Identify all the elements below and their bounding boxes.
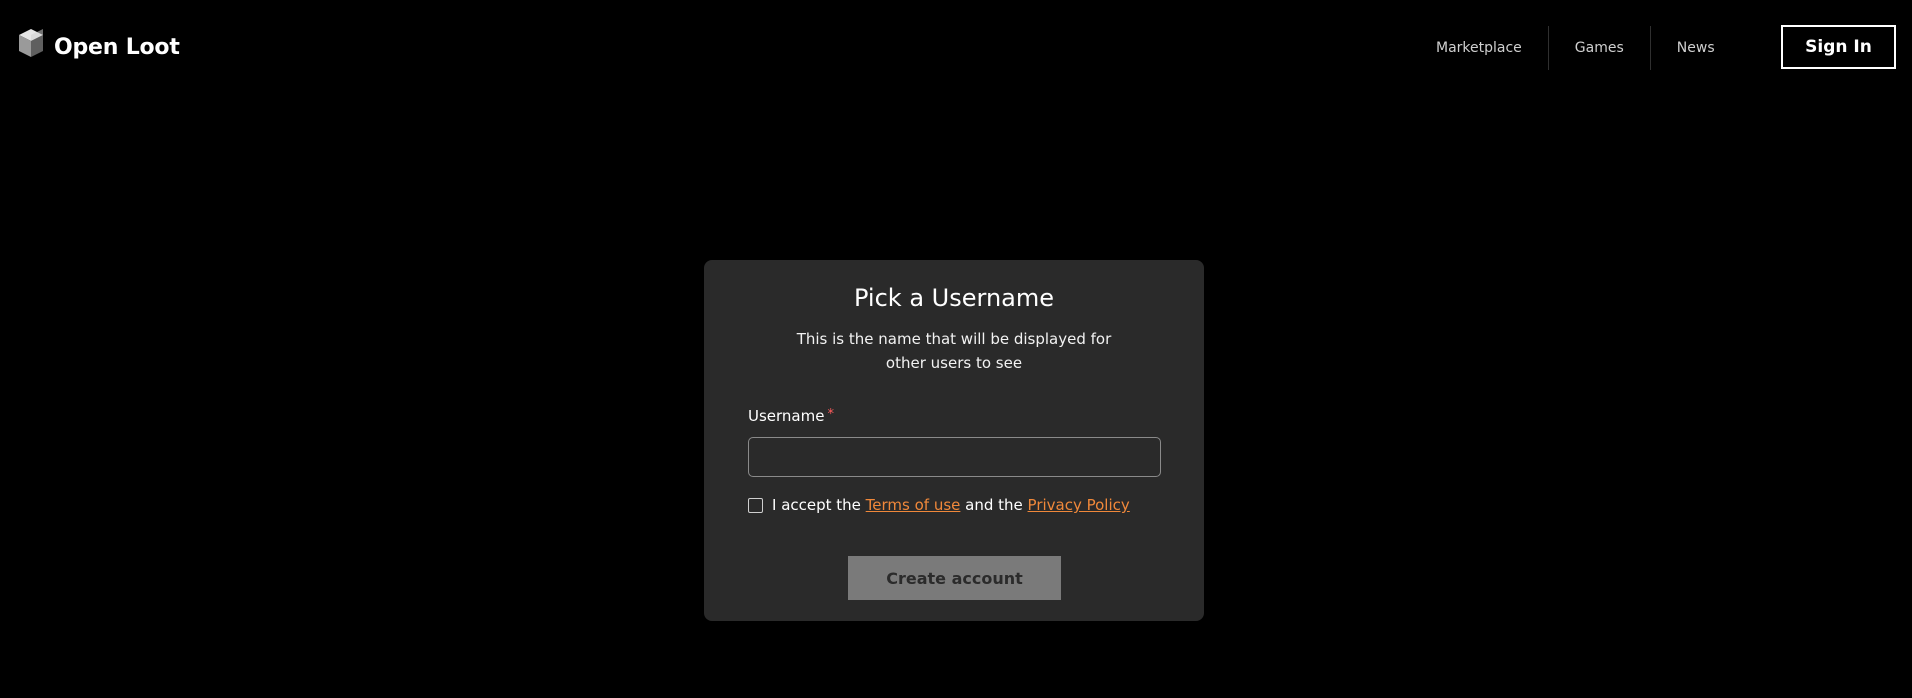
terms-of-use-link[interactable]: Terms of use	[866, 496, 961, 514]
open-loot-cube-icon	[19, 29, 43, 57]
accept-terms-checkbox[interactable]	[748, 497, 763, 513]
nav-games[interactable]: Games	[1549, 26, 1650, 70]
card-subtitle: This is the name that will be displayed …	[796, 330, 1112, 372]
username-input[interactable]	[748, 437, 1161, 477]
nav-news[interactable]: News	[1651, 26, 1741, 70]
top-header: Open Loot Marketplace Games News Sign In	[0, 0, 1912, 96]
accept-middle-text: and the	[960, 496, 1028, 514]
card-title: Pick a Username	[853, 284, 1054, 312]
open-loot-logo[interactable]: Open Loot	[16, 26, 180, 68]
create-account-button[interactable]: Create account	[848, 556, 1061, 600]
accept-terms-row: I accept the Terms of use and the Privac…	[748, 494, 1130, 516]
username-card: Pick a Username This is the name that wi…	[704, 260, 1204, 621]
privacy-policy-link[interactable]: Privacy Policy	[1028, 496, 1130, 514]
nav-marketplace[interactable]: Marketplace	[1410, 26, 1548, 70]
logo-text: Open Loot	[54, 34, 180, 60]
main-nav: Marketplace Games News	[1410, 26, 1741, 70]
sign-in-button[interactable]: Sign In	[1781, 25, 1896, 69]
accept-prefix-text: I accept the	[772, 496, 866, 514]
username-label: Username *	[748, 407, 834, 425]
required-marker: *	[827, 407, 834, 422]
username-label-text: Username	[748, 407, 825, 425]
